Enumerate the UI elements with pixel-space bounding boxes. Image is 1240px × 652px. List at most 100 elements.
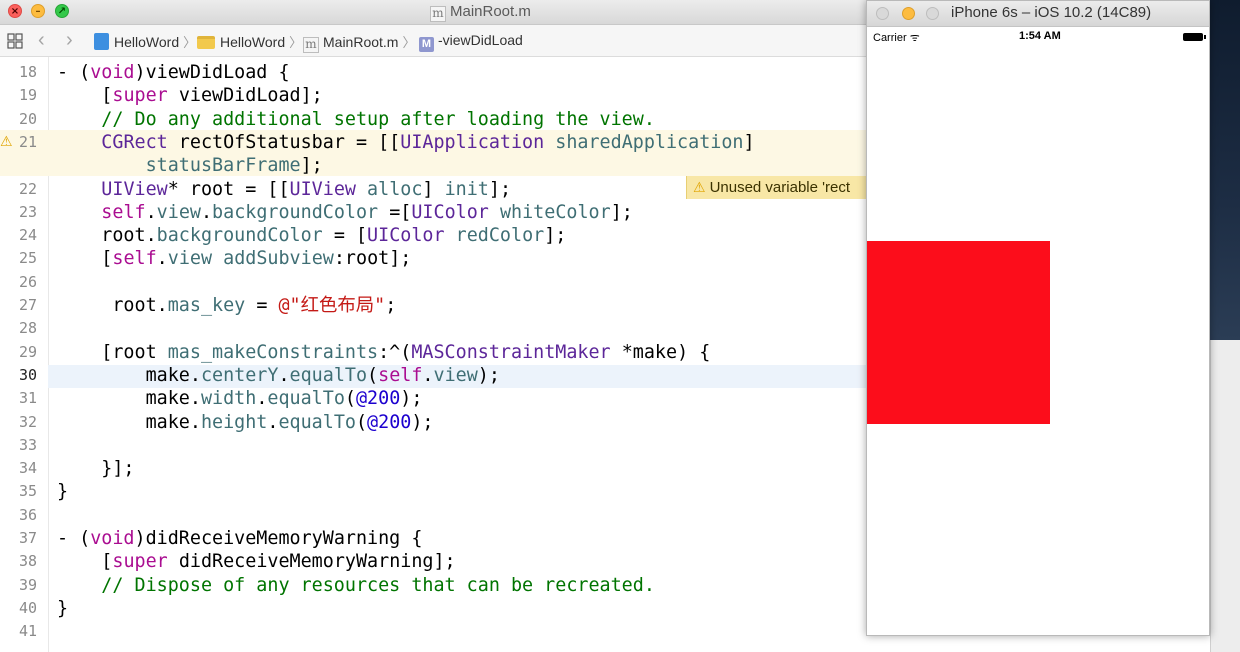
code-line[interactable]: statusBarFrame]; (0, 154, 866, 177)
code-text: root.mas_key = @"红色布局"; (57, 295, 397, 316)
code-text: [super didReceiveMemoryWarning]; (57, 551, 456, 573)
code-line[interactable]: 30 make.centerY.equalTo(self.view); (0, 364, 866, 387)
line-number: 38 (18, 552, 37, 571)
line-number: 34 (18, 459, 37, 478)
line-number: 36 (18, 505, 37, 524)
code-line[interactable]: 21 CGRect rectOfStatusbar = [[UIApplicat… (0, 131, 866, 154)
code-text: }]; (57, 458, 135, 480)
breadcrumb-file[interactable]: m MainRoot.m 〉 (303, 32, 415, 53)
code-line[interactable]: 27 root.mas_key = @"红色布局"; (0, 294, 866, 317)
simulator-minimize-button[interactable] (902, 7, 915, 20)
close-window-button[interactable]: × (8, 4, 22, 18)
code-line[interactable]: 28 (0, 317, 866, 340)
line-number: 33 (18, 435, 37, 454)
xcode-project-icon (94, 33, 109, 50)
code-editor[interactable]: ⚠ 18- (void)viewDidLoad {19 [super viewD… (0, 57, 866, 652)
code-line[interactable]: 19 [super viewDidLoad]; (0, 84, 866, 107)
line-number: 32 (18, 412, 37, 431)
warning-message[interactable]: ⚠ Unused variable 'rect (686, 176, 866, 199)
chevron-right-icon: 〉 (183, 35, 197, 50)
line-number: 25 (18, 249, 37, 268)
status-time: 1:54 AM (1019, 30, 1061, 42)
code-line[interactable]: 18 - (void)viewDidLoad { (0, 61, 866, 84)
m-file-icon: m (303, 37, 319, 53)
code-text: root.backgroundColor = [UIColor redColor… (57, 225, 567, 247)
code-line[interactable]: 32 make.height.equalTo(@200); (0, 411, 866, 434)
method-icon: M (419, 37, 434, 52)
code-text: [root mas_makeConstraints:^(MASConstrain… (57, 341, 711, 363)
minimize-window-button[interactable]: – (31, 4, 45, 18)
line-number: 29 (18, 342, 37, 361)
folder-icon (197, 36, 215, 49)
line-number: 37 (18, 529, 37, 547)
code-line[interactable]: 20 // Do any additional setup after load… (0, 108, 866, 131)
line-number: 19 (18, 86, 37, 105)
line-number: 20 (18, 109, 37, 128)
line-number: 24 (18, 226, 37, 245)
code-text: [self.view addSubview:root]; (57, 248, 412, 270)
code-line[interactable]: 37 - (void)didReceiveMemoryWarning { (0, 527, 866, 550)
simulator-zoom-button[interactable] (926, 7, 939, 20)
line-number: 40 (18, 598, 37, 617)
code-text: } (57, 481, 69, 503)
back-arrow-icon[interactable]: ‹ (38, 29, 45, 52)
carrier-text: Carrier (873, 32, 907, 44)
code-text: make.width.equalTo(@200); (57, 388, 423, 410)
battery-icon (1183, 33, 1206, 41)
red-root-view (867, 241, 1050, 424)
simulator-title: iPhone 6s – iOS 10.2 (14C89) (951, 4, 1152, 21)
line-number: 26 (18, 272, 37, 291)
warning-text: Unused variable 'rect (709, 179, 850, 196)
code-text: - (void)didReceiveMemoryWarning { (57, 528, 423, 549)
window-title: m MainRoot.m (430, 3, 531, 22)
m-file-icon: m (430, 6, 446, 22)
line-number: 39 (18, 575, 37, 594)
code-line[interactable]: 40} (0, 597, 866, 620)
code-line[interactable]: 34 }]; (0, 457, 866, 480)
code-text: } (57, 597, 69, 619)
code-line[interactable]: 29 [root mas_makeConstraints:^(MASConstr… (0, 341, 866, 364)
code-line[interactable]: 24 root.backgroundColor = [UIColor redCo… (0, 224, 866, 247)
breadcrumb-folder-label: HelloWord (220, 34, 286, 50)
simulator-close-button[interactable] (876, 7, 889, 20)
code-line[interactable]: 23 self.view.backgroundColor =[UIColor w… (0, 201, 866, 224)
code-text: make.height.equalTo(@200); (57, 411, 434, 433)
wifi-icon: ᯤ (909, 32, 920, 44)
code-text: UIView* root = [[UIView alloc] init]; (101, 178, 512, 200)
code-line[interactable]: 41 (0, 620, 866, 643)
code-text: CGRect rectOfStatusbar = [[UIApplication… (101, 131, 755, 153)
ios-status-bar: Carrier ᯤ 1:54 AM (867, 27, 1209, 47)
code-text: // Do any additional setup after loading… (101, 108, 655, 130)
window-title-text: MainRoot.m (450, 3, 531, 20)
breadcrumb-project-label: HelloWord (114, 34, 180, 50)
carrier-label: Carrier ᯤ (873, 30, 920, 45)
chevron-right-icon: 〉 (289, 35, 303, 50)
code-line[interactable]: 33 (0, 434, 866, 457)
breadcrumb-project[interactable]: HelloWord 〉 (94, 32, 196, 51)
zoom-window-button[interactable]: ↗ (55, 4, 69, 18)
warning-icon: ⚠ (693, 179, 706, 195)
code-line[interactable]: 39 // Dispose of any resources that can … (0, 574, 866, 597)
code-text: - (void)viewDidLoad { (57, 62, 290, 83)
forward-arrow-icon[interactable]: › (66, 29, 73, 52)
code-line[interactable]: 31 make.width.equalTo(@200); (0, 387, 866, 410)
code-text: make.centerY.equalTo(self.view); (57, 364, 500, 386)
code-line[interactable]: 38 [super didReceiveMemoryWarning]; (0, 550, 866, 573)
code-line[interactable]: 36 (0, 504, 866, 527)
simulator-window: iPhone 6s – iOS 10.2 (14C89) Carrier ᯤ 1… (866, 0, 1210, 636)
breadcrumb-file-label: MainRoot.m (323, 34, 399, 50)
breadcrumb-method[interactable]: M -viewDidLoad (419, 32, 523, 52)
code-text: self.view.backgroundColor =[UIColor whit… (101, 201, 633, 223)
code-text: [super viewDidLoad]; (57, 85, 323, 107)
line-number: 41 (18, 622, 37, 641)
line-number: 23 (18, 202, 37, 221)
desktop-background (1210, 0, 1240, 340)
line-number: 18 (18, 63, 37, 81)
line-number: 31 (18, 389, 37, 408)
code-line[interactable]: 25 [self.view addSubview:root]; (0, 247, 866, 270)
line-number: 35 (18, 482, 37, 501)
code-line[interactable]: 26 (0, 271, 866, 294)
code-line[interactable]: 35} (0, 480, 866, 503)
related-items-grid-icon[interactable] (7, 33, 23, 49)
breadcrumb-folder[interactable]: HelloWord 〉 (197, 32, 302, 51)
